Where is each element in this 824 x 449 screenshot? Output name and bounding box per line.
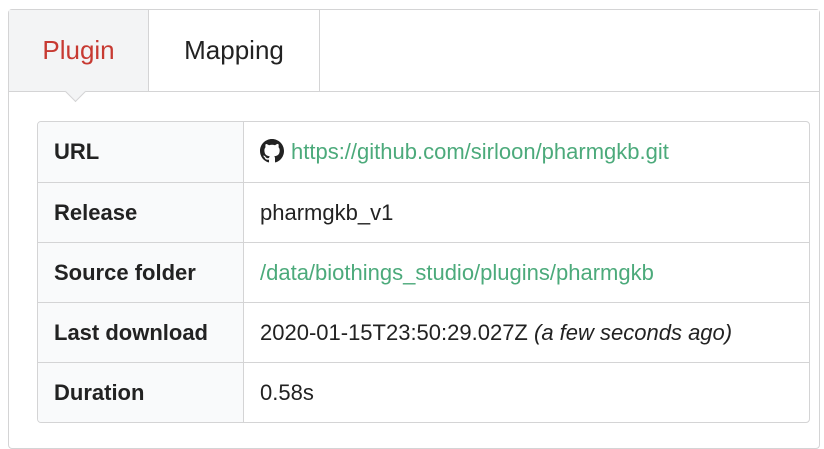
- tab-bar: Plugin Mapping: [9, 10, 819, 92]
- source-folder-cell: /data/biothings_studio/plugins/pharmgkb: [244, 242, 809, 302]
- release-value: pharmgkb_v1: [244, 182, 809, 242]
- last-download-relative: (a few seconds ago): [534, 319, 733, 345]
- table-row-release: Release pharmgkb_v1: [38, 182, 809, 242]
- source-folder-link[interactable]: /data/biothings_studio/plugins/pharmgkb: [260, 260, 654, 285]
- plugin-info-table: URL https://github.com/sirloon/pharmgkb.…: [37, 121, 810, 423]
- plugin-panel: Plugin Mapping URL https://github.com/si…: [8, 9, 820, 449]
- last-download-label: Last download: [38, 302, 244, 362]
- duration-value: 0.58s: [244, 362, 809, 422]
- tab-mapping-label: Mapping: [184, 35, 284, 65]
- url-label: URL: [38, 122, 244, 182]
- release-label: Release: [38, 182, 244, 242]
- last-download-cell: 2020-01-15T23:50:29.027Z (a few seconds …: [244, 302, 809, 362]
- url-cell: https://github.com/sirloon/pharmgkb.git: [244, 122, 809, 182]
- table-row-duration: Duration 0.58s: [38, 362, 809, 422]
- table-row-last-download: Last download 2020-01-15T23:50:29.027Z (…: [38, 302, 809, 362]
- tab-plugin-label: Plugin: [42, 35, 115, 65]
- table-row-url: URL https://github.com/sirloon/pharmgkb.…: [38, 122, 809, 182]
- duration-label: Duration: [38, 362, 244, 422]
- table-row-source-folder: Source folder /data/biothings_studio/plu…: [38, 242, 809, 302]
- source-folder-label: Source folder: [38, 242, 244, 302]
- last-download-timestamp: 2020-01-15T23:50:29.027Z: [260, 319, 528, 345]
- github-icon: [260, 139, 284, 163]
- tab-plugin[interactable]: Plugin: [9, 10, 149, 91]
- repo-url-link[interactable]: https://github.com/sirloon/pharmgkb.git: [291, 139, 669, 164]
- tab-mapping[interactable]: Mapping: [149, 10, 320, 91]
